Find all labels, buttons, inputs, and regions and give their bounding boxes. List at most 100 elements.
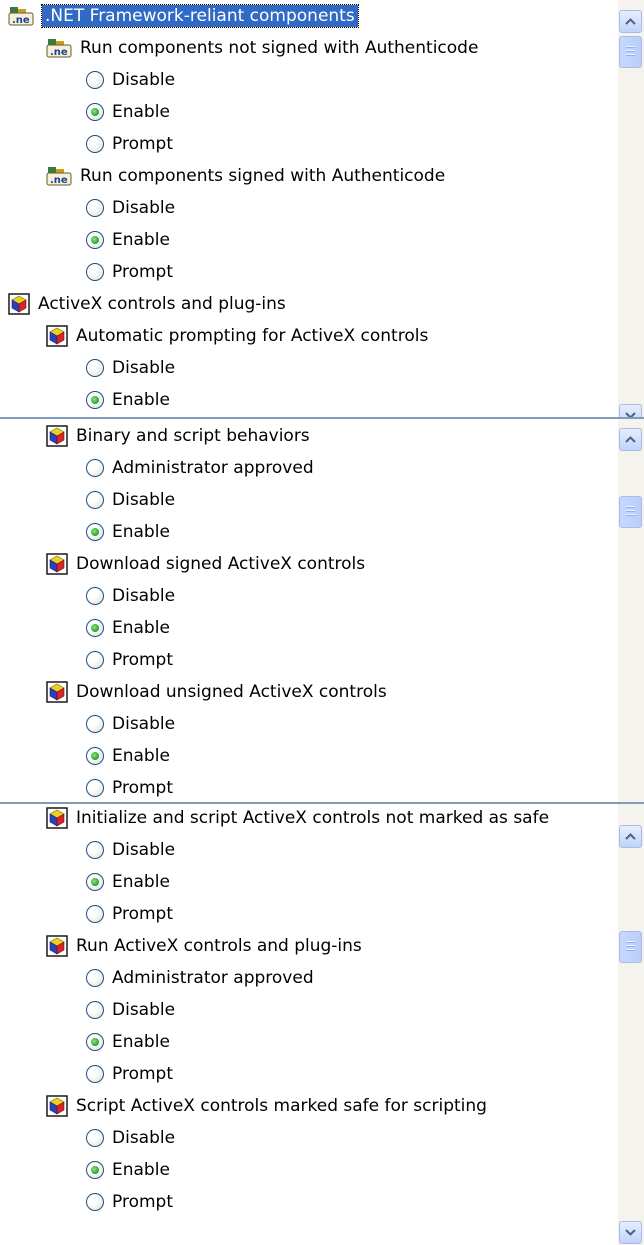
radio-button[interactable] [86,459,104,477]
radio-button[interactable] [86,1065,104,1083]
net-components-icon: .ne [8,6,34,26]
radio-option[interactable]: Disable [0,64,618,96]
radio-option[interactable]: Disable [0,580,618,612]
item-label: ActiveX controls and plug-ins [38,294,286,314]
activex-icon [46,425,68,447]
scroll-thumb[interactable] [619,931,642,963]
radio-option[interactable]: Disable [0,708,618,740]
radio-button[interactable] [86,969,104,987]
scroll-up-button[interactable] [619,825,642,848]
radio-option[interactable]: Enable [0,1154,618,1186]
tree-setting-item[interactable]: Download unsigned ActiveX controls [0,676,618,708]
scroll-thumb[interactable] [619,496,642,528]
item-label: Run ActiveX controls and plug-ins [76,936,362,956]
radio-button[interactable] [86,1001,104,1019]
activex-icon [46,681,68,703]
item-label: Prompt [112,778,173,798]
item-label: Prompt [112,904,173,924]
scroll-down-button[interactable] [619,404,642,418]
radio-button-checked[interactable] [86,1161,104,1179]
radio-button[interactable] [86,199,104,217]
item-label: Script ActiveX controls marked safe for … [76,1096,487,1116]
radio-button-checked[interactable] [86,747,104,765]
radio-option[interactable]: Enable [0,96,618,128]
thumb-grip [626,510,635,511]
radio-option[interactable]: Prompt [0,644,618,676]
radio-button-checked[interactable] [86,231,104,249]
radio-option[interactable]: Prompt [0,256,618,288]
scroll-up-button[interactable] [619,428,642,451]
radio-button[interactable] [86,263,104,281]
radio-option[interactable]: Enable [0,516,618,548]
radio-option[interactable]: Disable [0,352,618,384]
vertical-scrollbar[interactable] [618,803,644,1245]
radio-button-checked[interactable] [86,103,104,121]
thumb-grip [626,46,635,47]
radio-option[interactable]: Enable [0,740,618,772]
radio-option[interactable]: Enable [0,1026,618,1058]
radio-button[interactable] [86,1193,104,1211]
radio-option[interactable]: Prompt [0,1186,618,1218]
radio-button[interactable] [86,841,104,859]
item-label: Disable [112,840,176,860]
radio-option[interactable]: Disable [0,192,618,224]
thumb-grip [626,941,635,942]
radio-option[interactable]: Disable [0,1122,618,1154]
radio-button[interactable] [86,359,104,377]
radio-option[interactable]: Enable [0,384,618,416]
settings-tree: Initialize and script ActiveX controls n… [0,803,618,1218]
tree-group-item[interactable]: ActiveX controls and plug-ins [0,288,618,320]
radio-button[interactable] [86,135,104,153]
radio-option[interactable]: Prompt [0,772,618,803]
radio-option[interactable]: Disable [0,994,618,1026]
panel-divider [0,417,644,419]
item-label: Download signed ActiveX controls [76,554,366,574]
item-label: Disable [112,714,176,734]
chevron-up-icon [625,833,636,840]
radio-button-checked[interactable] [86,391,104,409]
vertical-scrollbar[interactable] [618,0,644,418]
tree-setting-item[interactable]: Download signed ActiveX controls [0,548,618,580]
radio-button[interactable] [86,905,104,923]
radio-button[interactable] [86,715,104,733]
item-label: Enable [112,618,170,638]
radio-option[interactable]: Enable [0,866,618,898]
svg-text:.ne: .ne [12,15,30,26]
scroll-thumb[interactable] [619,36,642,68]
radio-option[interactable]: Administrator approved [0,962,618,994]
radio-option[interactable]: Prompt [0,898,618,930]
radio-option[interactable]: Disable [0,484,618,516]
radio-option[interactable]: Administrator approved [0,452,618,484]
tree-setting-item[interactable]: .ne Run components signed with Authentico… [0,160,618,192]
vertical-scrollbar[interactable] [618,418,644,803]
radio-option[interactable]: Disable [0,834,618,866]
radio-button-checked[interactable] [86,619,104,637]
radio-option[interactable]: Enable [0,224,618,256]
thumb-grip [626,54,635,55]
radio-button[interactable] [86,587,104,605]
radio-button[interactable] [86,491,104,509]
radio-button-checked[interactable] [86,523,104,541]
activex-icon [46,935,68,957]
tree-setting-item[interactable]: Binary and script behaviors [0,420,618,452]
tree-setting-item[interactable]: Script ActiveX controls marked safe for … [0,1090,618,1122]
scroll-down-button[interactable] [619,1221,642,1244]
scroll-up-button[interactable] [619,10,642,33]
activex-icon [46,553,68,575]
radio-button-checked[interactable] [86,1033,104,1051]
radio-option[interactable]: Enable [0,612,618,644]
tree-setting-item[interactable]: Initialize and script ActiveX controls n… [0,803,618,834]
tree-group-item[interactable]: .ne .NET Framework-reliant components [0,0,618,32]
item-label: Enable [112,102,170,122]
tree-setting-item[interactable]: Automatic prompting for ActiveX controls [0,320,618,352]
tree-setting-item[interactable]: .ne Run components not signed with Authen… [0,32,618,64]
radio-button[interactable] [86,1129,104,1147]
radio-option[interactable]: Prompt [0,128,618,160]
radio-button[interactable] [86,651,104,669]
radio-button[interactable] [86,779,104,797]
chevron-up-icon [625,436,636,443]
radio-option[interactable]: Prompt [0,1058,618,1090]
radio-button[interactable] [86,71,104,89]
radio-button-checked[interactable] [86,873,104,891]
tree-setting-item[interactable]: Run ActiveX controls and plug-ins [0,930,618,962]
